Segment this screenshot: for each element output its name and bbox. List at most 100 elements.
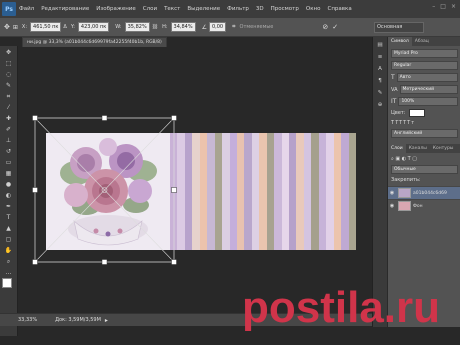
filter-kind-icon[interactable]: ⌕ ▣ ◐ T ▢ xyxy=(391,156,417,162)
move-tool-icon[interactable]: ✥ xyxy=(4,48,13,57)
tab-character[interactable]: Символ xyxy=(388,37,412,46)
text-color-swatch[interactable] xyxy=(408,109,425,117)
paragraph-panel-icon[interactable]: ¶ xyxy=(376,77,385,85)
layer-row[interactable]: ◉ a01b044c6d69 xyxy=(388,186,460,199)
healing-tool-icon[interactable]: ✚ xyxy=(4,114,13,123)
stripe xyxy=(177,133,185,250)
clone-source-panel-icon[interactable]: ⊕ xyxy=(376,101,385,109)
pen-tool-icon[interactable]: ✒ xyxy=(4,202,13,211)
stripe xyxy=(303,133,312,250)
menu-select[interactable]: Выделение xyxy=(187,6,220,12)
interpolation-label: Отменяемые xyxy=(239,24,274,30)
menu-layers[interactable]: Слои xyxy=(143,6,157,12)
gradient-tool-icon[interactable]: ▦ xyxy=(4,169,13,178)
warp-icon[interactable]: ⌗ xyxy=(232,23,235,31)
zoom-readout[interactable]: 33,33% xyxy=(18,317,37,323)
font-style-row: Regular xyxy=(391,61,458,70)
minimize-button[interactable]: – xyxy=(432,3,435,10)
crop-tool-icon[interactable]: ⌗ xyxy=(4,92,13,101)
menu-edit[interactable]: Редактирование xyxy=(41,6,89,12)
brush-tool-icon[interactable]: ✐ xyxy=(4,125,13,134)
menu-image[interactable]: Изображение xyxy=(96,6,136,12)
status-menu-arrow-icon[interactable]: ▸ xyxy=(105,317,108,324)
eye-icon[interactable]: ◉ xyxy=(388,203,396,209)
zoom-tool-icon[interactable]: ⌕ xyxy=(4,257,13,266)
eye-icon[interactable]: ◉ xyxy=(388,190,396,196)
layer-row[interactable]: ◉ Фон xyxy=(388,199,460,212)
tab-layers[interactable]: Слои xyxy=(388,144,406,153)
h-label: H: xyxy=(162,24,168,30)
hand-tool-icon[interactable]: ✋ xyxy=(4,246,13,255)
workspace-select[interactable]: Основная xyxy=(374,22,424,33)
marquee-tool-icon[interactable]: ⬚ xyxy=(4,59,13,68)
stripe xyxy=(236,133,245,250)
menu-window[interactable]: Окно xyxy=(306,6,321,12)
reference-point-icon[interactable]: ⊞ xyxy=(13,24,18,31)
close-button[interactable]: × xyxy=(451,3,456,10)
width-input[interactable]: 35,82% xyxy=(124,22,150,32)
commit-transform-icon[interactable]: ✓ xyxy=(332,23,338,31)
stripe xyxy=(192,133,200,250)
kerning-icon: VA xyxy=(391,86,398,93)
height-input[interactable]: 34,84% xyxy=(170,22,196,32)
language-row: Английский xyxy=(391,129,458,138)
color-label: Цвет: xyxy=(391,110,406,116)
stripe xyxy=(207,133,215,250)
tab-channels[interactable]: Каналы xyxy=(406,144,430,153)
all-caps-icon[interactable]: TT xyxy=(399,120,407,126)
tab-paragraph[interactable]: Абзац xyxy=(412,37,432,46)
blend-row: Обычные xyxy=(391,165,458,174)
menu-file[interactable]: Файл xyxy=(19,6,34,12)
lasso-tool-icon[interactable]: ◌ xyxy=(4,70,13,79)
font-family-select[interactable]: Myriad Pro xyxy=(391,49,458,58)
font-size-input[interactable]: Авто xyxy=(396,73,458,82)
flower-bouquet-image[interactable] xyxy=(46,133,170,250)
eyedropper-tool-icon[interactable]: ⁄ xyxy=(4,103,13,112)
striped-background-layer[interactable] xyxy=(170,133,356,250)
dodge-tool-icon[interactable]: ◐ xyxy=(4,191,13,200)
font-style-select[interactable]: Regular xyxy=(391,61,458,70)
properties-panel-icon[interactable]: ≡ xyxy=(376,53,385,61)
character-panel-icon[interactable]: A xyxy=(376,65,385,73)
watermark-text: postila.ru xyxy=(242,283,440,332)
cancel-transform-icon[interactable]: ⊘ xyxy=(322,23,328,31)
stamp-tool-icon[interactable]: ⊥ xyxy=(4,136,13,145)
edit-toolbar-icon[interactable]: … xyxy=(4,268,13,277)
vertical-scale-input[interactable]: 100% xyxy=(398,97,458,106)
stripe xyxy=(318,133,327,250)
font-family-row: Myriad Pro xyxy=(391,49,458,58)
quick-select-tool-icon[interactable]: ✎ xyxy=(4,81,13,90)
menu-help[interactable]: Справка xyxy=(327,6,351,12)
menu-filter[interactable]: Фильтр xyxy=(227,6,249,12)
history-brush-tool-icon[interactable]: ↺ xyxy=(4,147,13,156)
tab-paths[interactable]: Контуры xyxy=(430,144,457,153)
menu-text[interactable]: Текст xyxy=(164,6,180,12)
lock-label: Закрепить: xyxy=(391,177,421,183)
small-caps-icon[interactable]: Tт xyxy=(407,120,415,126)
menu-bar: Ps Файл Редактирование Изображение Слои … xyxy=(0,0,460,18)
blend-mode-select[interactable]: Обычные xyxy=(391,165,458,174)
path-select-tool-icon[interactable]: ▲ xyxy=(4,224,13,233)
angle-input[interactable]: 0,00 xyxy=(208,22,227,32)
language-select[interactable]: Английский xyxy=(391,129,458,138)
foreground-color-swatch[interactable] xyxy=(2,278,12,288)
menu-3d[interactable]: 3D xyxy=(256,6,264,12)
stripe xyxy=(333,133,342,250)
w-label: W: xyxy=(115,24,122,30)
stripe xyxy=(170,133,178,250)
x-input[interactable]: 461,50 пк xyxy=(30,22,62,32)
delta-icon[interactable]: Δ xyxy=(63,24,66,30)
type-tool-icon[interactable]: T xyxy=(4,213,13,222)
y-input[interactable]: 423,00 пк xyxy=(77,22,110,32)
stripe xyxy=(244,133,252,250)
link-icon[interactable]: ⛓ xyxy=(152,24,158,30)
history-panel-icon[interactable]: ▤ xyxy=(376,41,385,49)
blur-tool-icon[interactable]: ● xyxy=(4,180,13,189)
stripe xyxy=(259,133,267,250)
menu-view[interactable]: Просмотр xyxy=(271,6,299,12)
maximize-button[interactable]: □ xyxy=(440,3,446,10)
brush-panel-icon[interactable]: ✎ xyxy=(376,89,385,97)
eraser-tool-icon[interactable]: ▭ xyxy=(4,158,13,167)
kerning-select[interactable]: Метрический xyxy=(399,85,458,94)
shape-tool-icon[interactable]: ▢ xyxy=(4,235,13,244)
